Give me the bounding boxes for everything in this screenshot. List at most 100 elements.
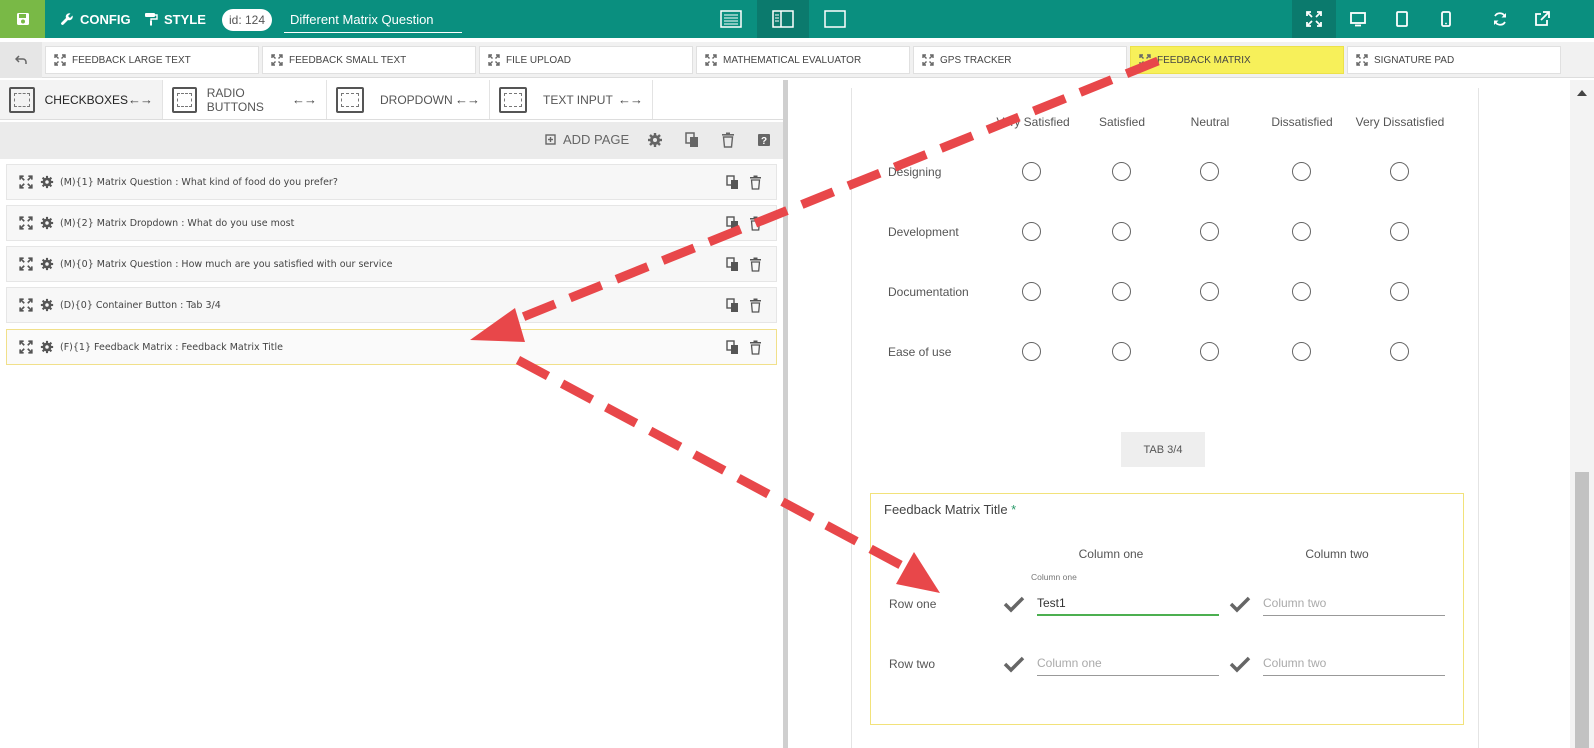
feedback-row-label: Row two (889, 657, 936, 671)
matrix-radio[interactable] (1112, 222, 1131, 241)
matrix-radio[interactable] (1200, 162, 1219, 181)
question-item[interactable]: (M){0} Matrix Question : How much are yo… (6, 246, 777, 282)
tab-checkboxes[interactable]: CHECKBOXES ←→ (0, 80, 163, 119)
gear-icon[interactable] (40, 340, 54, 354)
matrix-radio[interactable] (1022, 282, 1041, 301)
help-icon[interactable]: ? (756, 132, 772, 148)
drag-icon[interactable] (19, 340, 33, 354)
matrix-radio[interactable] (1112, 342, 1131, 361)
question-item[interactable]: (M){1} Matrix Question : What kind of fo… (6, 164, 777, 200)
tab-radio-buttons[interactable]: RADIO BUTTONS ←→ (163, 80, 327, 119)
drag-icon[interactable] (19, 257, 33, 271)
fullscreen-button[interactable] (1292, 0, 1336, 38)
question-label: (F){1} Feedback Matrix : Feedback Matrix… (60, 341, 283, 353)
component-feedback-large-text[interactable]: FEEDBACK LARGE TEXT (45, 46, 259, 74)
open-external-button[interactable] (1520, 0, 1564, 38)
component-gps-tracker[interactable]: GPS TRACKER (913, 46, 1127, 74)
gear-icon[interactable] (40, 298, 54, 312)
matrix-radio[interactable] (1292, 222, 1311, 241)
matrix-row-label: Documentation (888, 285, 969, 299)
matrix-radio[interactable] (1292, 162, 1311, 181)
trash-icon[interactable] (720, 132, 736, 148)
check-icon (1003, 656, 1025, 673)
component-signature-pad[interactable]: SIGNATURE PAD (1347, 46, 1561, 74)
back-button[interactable] (0, 42, 42, 78)
matrix-radio[interactable] (1390, 162, 1409, 181)
view-preview-button[interactable] (809, 0, 861, 38)
add-page-button[interactable]: ADD PAGE (545, 132, 629, 147)
matrix-radio[interactable] (1390, 342, 1409, 361)
copy-icon[interactable] (726, 340, 740, 355)
question-item-selected[interactable]: (F){1} Feedback Matrix : Feedback Matrix… (6, 329, 777, 365)
tab-navigation-button[interactable]: TAB 3/4 (1121, 432, 1205, 467)
matrix-row-label: Ease of use (888, 345, 952, 359)
question-item[interactable]: (M){2} Matrix Dropdown : What do you use… (6, 205, 777, 241)
matrix-row-label: Designing (888, 165, 942, 179)
trash-icon[interactable] (749, 340, 762, 355)
config-button[interactable]: CONFIG (60, 0, 131, 38)
matrix-radio[interactable] (1292, 282, 1311, 301)
trash-icon[interactable] (749, 298, 762, 313)
drag-icon[interactable] (19, 175, 33, 189)
view-list-button[interactable] (705, 0, 757, 38)
preview-scrollbar[interactable] (1570, 80, 1594, 748)
gear-icon[interactable] (40, 216, 54, 230)
component-file-upload[interactable]: FILE UPLOAD (479, 46, 693, 74)
radio-type-icon (172, 86, 197, 113)
drag-icon[interactable] (19, 216, 33, 230)
matrix-radio[interactable] (1292, 342, 1311, 361)
drag-icon (705, 54, 717, 66)
scroll-up-icon[interactable] (1577, 90, 1587, 96)
copy-icon[interactable] (726, 298, 740, 313)
feedback-input-r2c1[interactable]: Column one (1037, 652, 1219, 676)
tab-label: DROPDOWN (380, 92, 453, 107)
matrix-radio[interactable] (1200, 342, 1219, 361)
input-placeholder: Column one (1037, 656, 1102, 670)
matrix-radio[interactable] (1390, 222, 1409, 241)
gear-icon[interactable] (40, 257, 54, 271)
copy-icon[interactable] (684, 132, 700, 148)
matrix-radio[interactable] (1200, 222, 1219, 241)
component-feedback-matrix[interactable]: FEEDBACK MATRIX (1130, 46, 1344, 74)
scrollbar-thumb[interactable] (1575, 472, 1589, 748)
component-label: MATHEMATICAL EVALUATOR (723, 54, 862, 66)
trash-icon[interactable] (749, 257, 762, 272)
trash-icon[interactable] (749, 175, 762, 190)
tab-dropdown[interactable]: DROPDOWN ←→ (327, 80, 490, 119)
save-button[interactable] (0, 0, 45, 38)
gear-icon[interactable] (647, 132, 663, 148)
gear-icon[interactable] (40, 175, 54, 189)
matrix-radio[interactable] (1022, 342, 1041, 361)
copy-icon[interactable] (726, 175, 740, 190)
tablet-view-button[interactable] (1380, 0, 1424, 38)
matrix-radio[interactable] (1022, 222, 1041, 241)
feedback-matrix: Feedback Matrix Title * Column one Colum… (870, 493, 1464, 725)
view-split-button[interactable] (757, 0, 809, 38)
feedback-input-r1c1[interactable]: Column one Test1 (1031, 572, 1219, 616)
drag-icon (488, 54, 500, 66)
matrix-radio[interactable] (1200, 282, 1219, 301)
copy-icon[interactable] (726, 216, 740, 231)
resize-arrows-icon: ←→ (292, 92, 317, 107)
desktop-view-button[interactable] (1336, 0, 1380, 38)
refresh-button[interactable] (1478, 0, 1522, 38)
form-title-input[interactable]: Different Matrix Question (284, 7, 462, 33)
matrix-radio[interactable] (1022, 162, 1041, 181)
matrix-radio[interactable] (1112, 282, 1131, 301)
question-label: (M){2} Matrix Dropdown : What do you use… (60, 217, 295, 229)
question-item[interactable]: (D){0} Container Button : Tab 3/4 (6, 287, 777, 323)
matrix-radio[interactable] (1390, 282, 1409, 301)
tab-text-input[interactable]: TEXT INPUT ←→ (490, 80, 653, 119)
drag-icon[interactable] (19, 298, 33, 312)
feedback-input-r1c2[interactable]: Column two (1263, 592, 1445, 616)
checkbox-type-icon (9, 86, 35, 113)
style-button[interactable]: STYLE (144, 0, 206, 38)
copy-icon[interactable] (726, 257, 740, 272)
matrix-radio[interactable] (1112, 162, 1131, 181)
component-label: GPS TRACKER (940, 54, 1012, 66)
component-mathematical-evaluator[interactable]: MATHEMATICAL EVALUATOR (696, 46, 910, 74)
feedback-input-r2c2[interactable]: Column two (1263, 652, 1445, 676)
component-feedback-small-text[interactable]: FEEDBACK SMALL TEXT (262, 46, 476, 74)
mobile-view-button[interactable] (1424, 0, 1468, 38)
trash-icon[interactable] (749, 216, 762, 231)
